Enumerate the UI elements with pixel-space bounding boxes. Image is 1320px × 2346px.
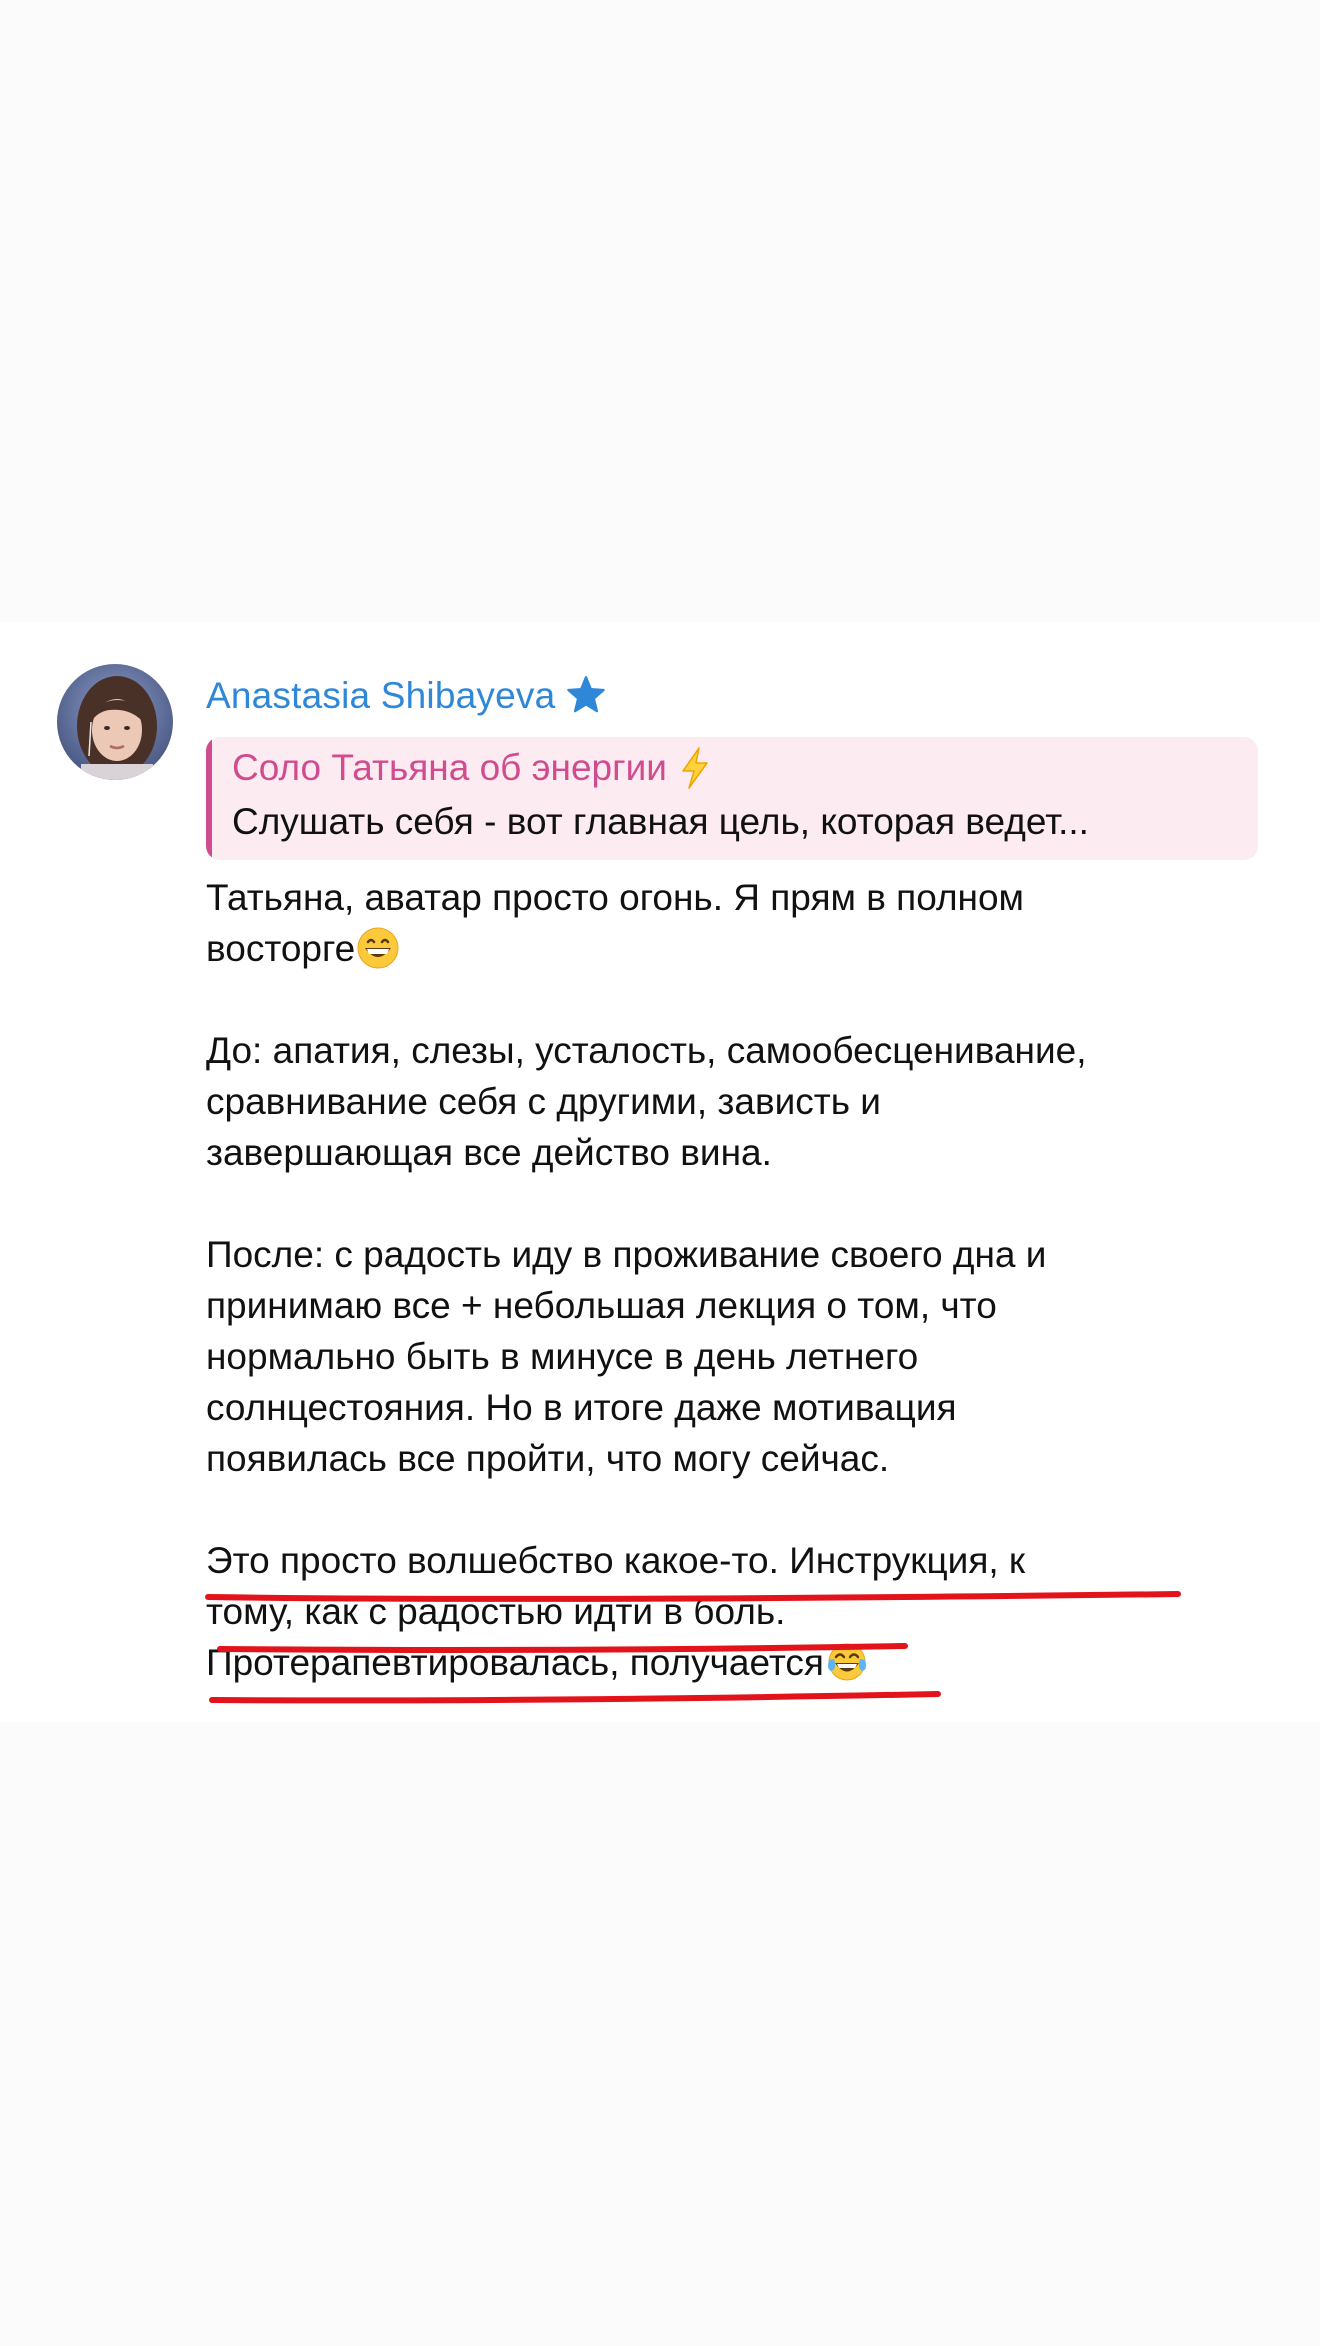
text-line: сравнивание себя с другими, зависть и [206, 1081, 881, 1122]
avatar-photo [57, 664, 173, 780]
reply-accent-bar [206, 737, 212, 860]
message-paragraph: Это просто волшебство какое-то. Инструкц… [206, 1535, 1266, 1688]
message-paragraph: Татьяна, аватар просто огонь. Я прям в п… [206, 872, 1266, 974]
text-line: После: с радость иду в проживание своего… [206, 1234, 1047, 1275]
text-line: Татьяна, аватар просто огонь. Я прям в п… [206, 877, 1024, 918]
reply-snippet: Слушать себя - вот главная цель, которая… [232, 801, 1089, 842]
message-paragraph: После: с радость иду в проживание своего… [206, 1229, 1266, 1484]
text-line-content: Протерапевтировалась, получается [206, 1642, 824, 1683]
message-text: Татьяна, аватар просто огонь. Я прям в п… [206, 872, 1266, 1688]
tears-of-joy-icon [825, 1640, 869, 1684]
text-line: завершающая все действо вина. [206, 1132, 772, 1173]
reply-title-text: Соло Татьяна об энергии [232, 747, 667, 788]
reply-title: Соло Татьяна об энергии [232, 747, 711, 789]
text-line: нормально быть в минусе в день летнего [206, 1336, 919, 1377]
message-paragraph: До: апатия, слезы, усталость, самообесце… [206, 1025, 1266, 1178]
grinning-face-icon [356, 926, 400, 970]
text-line: Протерапевтировалась, получается [206, 1637, 1266, 1688]
text-line: До: апатия, слезы, усталость, самообесце… [206, 1030, 1087, 1071]
reply-quote[interactable]: Соло Татьяна об энергии Слушать себя - в… [206, 737, 1258, 860]
text-line: принимаю все + небольшая лекция о том, ч… [206, 1285, 997, 1326]
chat-message: Anastasia Shibayeva Соло Татьяна об энер… [0, 622, 1320, 1722]
text-line: восторге [206, 923, 1266, 974]
story-page: Anastasia Shibayeva Соло Татьяна об энер… [0, 0, 1320, 2346]
author-row: Anastasia Shibayeva [206, 666, 609, 726]
lightning-icon [679, 747, 711, 789]
author-name[interactable]: Anastasia Shibayeva [206, 675, 555, 717]
underline-stroke [209, 1691, 941, 1704]
text-line: солнцестояния. Но в итоге даже мотивация [206, 1387, 957, 1428]
text-line: появилась все пройти, что могу сейчас. [206, 1438, 890, 1479]
star-icon [563, 673, 609, 719]
avatar[interactable] [57, 664, 173, 780]
text-line-content: восторге [206, 928, 356, 969]
text-line: Это просто волшебство какое-то. Инструкц… [206, 1540, 1026, 1581]
text-line: тому, как с радостью идти в боль. [206, 1591, 786, 1632]
